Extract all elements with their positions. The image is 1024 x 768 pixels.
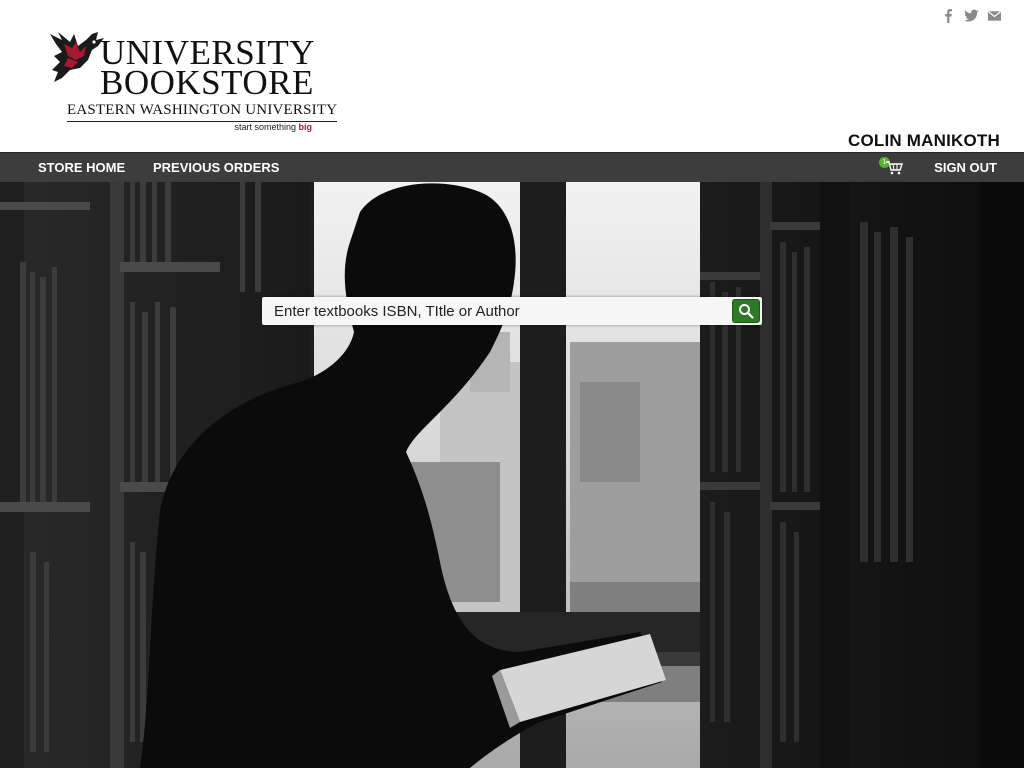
search-button[interactable] [732,299,760,323]
logo-tagline: start something big [234,122,312,132]
nav-store-home[interactable]: STORE HOME [38,160,125,175]
nav-sign-out[interactable]: SIGN OUT [934,160,997,175]
cart-button[interactable]: 1 [879,157,905,177]
site-header: University Bookstore Eastern Washington … [0,0,1024,152]
bookstore-logo[interactable]: University Bookstore Eastern Washington … [48,30,338,134]
twitter-icon[interactable] [964,8,979,23]
tagline-prefix: start something [234,122,299,132]
social-links [941,8,1002,23]
main-nav: STORE HOME PREVIOUS ORDERS 1 SIGN OUT [0,152,1024,183]
mail-icon[interactable] [987,8,1002,23]
hero-banner [0,182,1024,768]
logo-wordmark: University Bookstore [100,35,315,102]
search-bar [262,297,762,325]
nav-previous-orders[interactable]: PREVIOUS ORDERS [153,160,279,175]
logo-title-line2: Bookstore [100,63,314,102]
logo-subtitle: Eastern Washington University [67,102,338,122]
eagle-logo-icon [50,32,104,82]
hero-library-image [0,182,1024,768]
search-input[interactable] [262,297,722,325]
tagline-emphasis: big [298,122,313,132]
search-icon [739,304,754,319]
user-name: COLIN MANIKOTH [847,131,1000,150]
facebook-icon[interactable] [941,8,956,23]
cart-icon [886,161,903,175]
